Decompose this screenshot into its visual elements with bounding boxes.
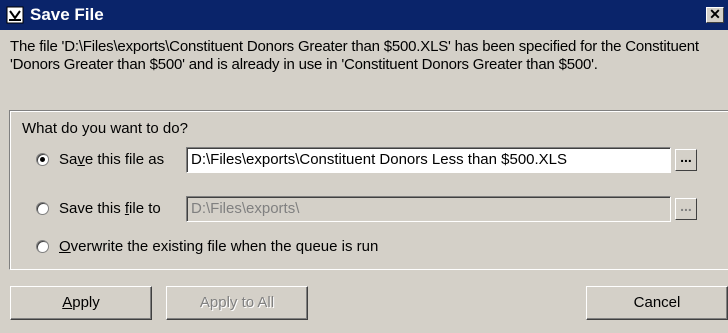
overwrite-option[interactable]: Overwrite the existing file when the que…	[36, 235, 378, 257]
apply-to-all-button: Apply to All	[166, 286, 308, 320]
options-question: What do you want to do?	[22, 120, 188, 137]
save-to-label[interactable]: Save this file to	[59, 200, 161, 217]
close-icon: ✕	[709, 6, 721, 22]
save-to-radio[interactable]	[36, 201, 49, 215]
save-as-option[interactable]: Save this file as	[36, 148, 164, 170]
save-to-browse-button: ...	[675, 198, 697, 220]
window-title: Save File	[30, 5, 104, 24]
apply-button[interactable]: Apply	[10, 286, 152, 320]
save-as-label[interactable]: Save this file as	[59, 151, 164, 168]
close-button[interactable]: ✕	[706, 7, 724, 23]
save-as-radio[interactable]	[36, 152, 49, 166]
title-bar: Save File ✕	[0, 0, 728, 30]
overwrite-radio[interactable]	[36, 239, 49, 253]
save-to-input: D:\Files\exports\	[186, 196, 671, 222]
conflict-message: The file 'D:\Files\exports\Constituent D…	[10, 38, 699, 73]
cancel-button[interactable]: Cancel	[586, 286, 728, 320]
save-as-input[interactable]: D:\Files\exports\Constituent Donors Less…	[186, 147, 671, 173]
save-to-option[interactable]: Save this file to	[36, 197, 161, 219]
save-as-browse-button[interactable]: ...	[675, 149, 697, 171]
app-icon	[6, 6, 24, 24]
overwrite-label[interactable]: Overwrite the existing file when the que…	[59, 238, 378, 255]
